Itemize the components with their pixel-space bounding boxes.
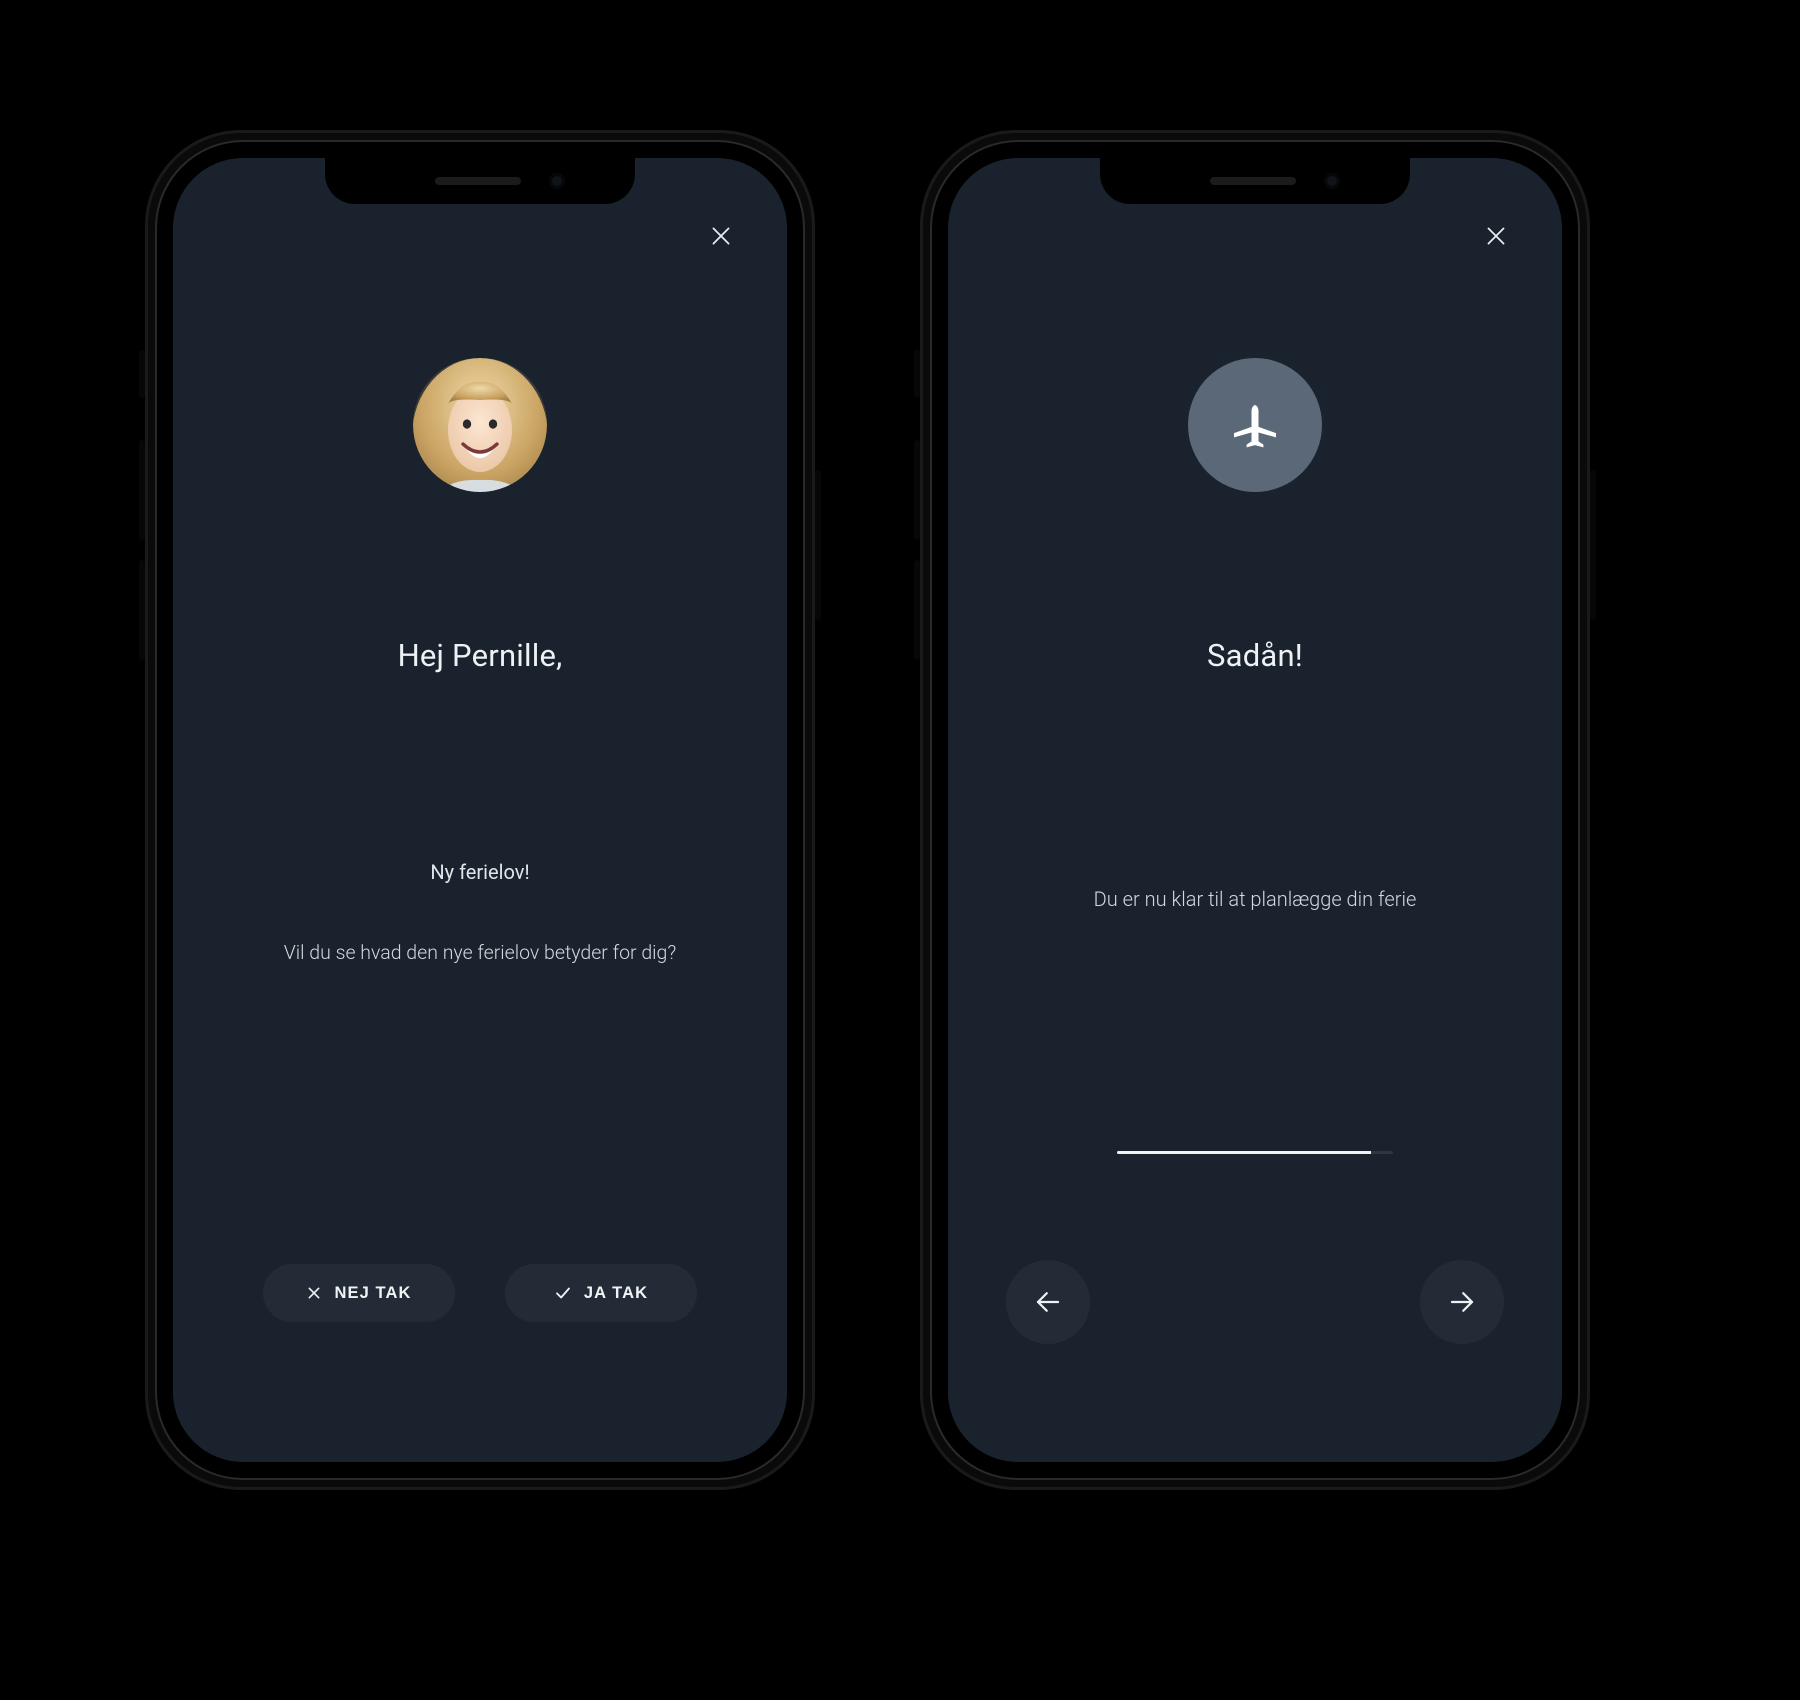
close-icon xyxy=(708,223,734,249)
phone-front-camera xyxy=(549,173,565,189)
decline-button-label: NEJ TAK xyxy=(334,1284,411,1303)
intro-heading: Hej Pernille, xyxy=(398,637,563,674)
done-body: Du er nu klar til at planlægge din ferie xyxy=(1094,884,1417,914)
phone-mockup-done: Sadån! Du er nu klar til at planlægge di… xyxy=(920,130,1590,1490)
phone-mockup-intro: Hej Pernille, Ny ferielov! Vil du se hva… xyxy=(145,130,815,1490)
intro-body: Vil du se hvad den nye ferielov betyder … xyxy=(284,938,677,967)
phone-notch xyxy=(1100,158,1410,204)
phone-power-button xyxy=(1590,470,1596,620)
back-button[interactable] xyxy=(1006,1260,1090,1344)
arrow-left-icon xyxy=(1033,1287,1063,1317)
phone-front-camera xyxy=(1324,173,1340,189)
done-heading: Sadån! xyxy=(1207,637,1303,674)
airplane-icon xyxy=(1227,397,1283,453)
progress-fill xyxy=(1117,1151,1371,1154)
next-button[interactable] xyxy=(1420,1260,1504,1344)
accept-button[interactable]: JA TAK xyxy=(505,1264,697,1322)
phone-speaker xyxy=(435,177,521,185)
phone-screen-done: Sadån! Du er nu klar til at planlægge di… xyxy=(948,158,1562,1462)
done-content: Sadån! Du er nu klar til at planlægge di… xyxy=(948,158,1562,1462)
mockup-stage: Hej Pernille, Ny ferielov! Vil du se hva… xyxy=(0,0,1800,1700)
close-button[interactable] xyxy=(701,216,741,256)
phone-screen-intro: Hej Pernille, Ny ferielov! Vil du se hva… xyxy=(173,158,787,1462)
phone-power-button xyxy=(815,470,821,620)
progress-bar xyxy=(1117,1151,1393,1154)
done-nav-row xyxy=(948,1260,1562,1344)
phone-notch xyxy=(325,158,635,204)
airplane-badge xyxy=(1188,358,1322,492)
close-icon xyxy=(1483,223,1509,249)
avatar-illustration xyxy=(413,358,547,492)
close-icon xyxy=(306,1285,322,1301)
check-icon xyxy=(554,1284,572,1302)
intro-content: Hej Pernille, Ny ferielov! Vil du se hva… xyxy=(173,158,787,1462)
phone-speaker xyxy=(1210,177,1296,185)
arrow-right-icon xyxy=(1447,1287,1477,1317)
accept-button-label: JA TAK xyxy=(584,1284,648,1303)
avatar xyxy=(413,358,547,492)
intro-subheading: Ny ferielov! xyxy=(430,860,529,884)
close-button[interactable] xyxy=(1476,216,1516,256)
decline-button[interactable]: NEJ TAK xyxy=(263,1264,455,1322)
intro-action-row: NEJ TAK JA TAK xyxy=(173,1264,787,1322)
